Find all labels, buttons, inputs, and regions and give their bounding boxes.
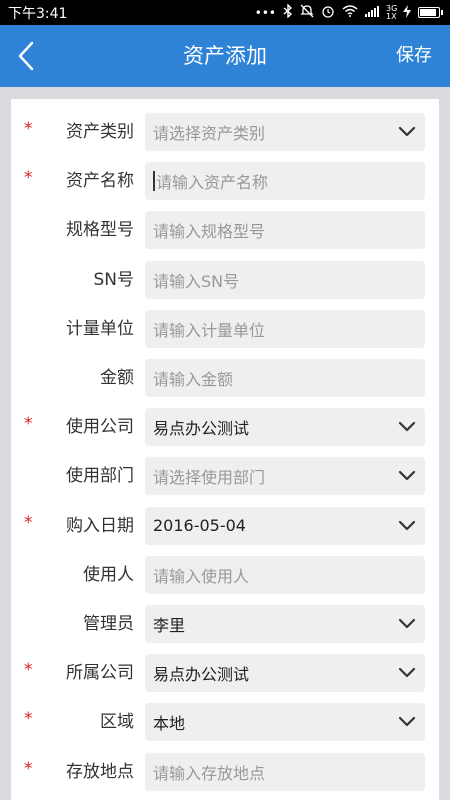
field-placeholder: 请输入资产名称 <box>156 173 269 193</box>
form-row: * 购入日期 2016-05-04 <box>11 506 439 545</box>
form-row: 使用人 请输入使用人 <box>11 555 439 594</box>
text-input[interactable]: 请输入金额 <box>145 359 425 397</box>
app-bar: 资产添加 保存 <box>0 25 450 87</box>
field-label: 资产类别 <box>66 122 134 142</box>
form-row: * 存放地点 请输入存放地点 <box>11 752 439 791</box>
field-value: 易点办公测试 <box>153 665 250 685</box>
field-label: 存放地点 <box>66 761 134 782</box>
chevron-down-icon <box>398 422 416 432</box>
field-placeholder: 请输入规格型号 <box>153 222 266 242</box>
required-star: * <box>24 512 33 533</box>
field-label: 金额 <box>100 368 134 388</box>
status-icons: ••• 3G 1X <box>254 3 443 21</box>
required-star: * <box>24 758 33 779</box>
form-row: * 资产名称 请输入资产名称 <box>11 162 439 201</box>
field-label: SN号 <box>93 269 134 290</box>
field-placeholder: 请选择资产类别 <box>153 124 266 143</box>
text-input[interactable]: 请输入存放地点 <box>145 752 425 791</box>
alarm-icon <box>321 4 335 21</box>
required-star: * <box>24 168 33 189</box>
select-field[interactable]: 李里 <box>145 605 425 643</box>
field-label: 管理员 <box>83 614 134 634</box>
bluetooth-icon <box>283 3 293 21</box>
text-input[interactable]: 请输入使用人 <box>145 555 425 594</box>
chevron-down-icon <box>398 520 416 530</box>
select-field[interactable]: 2016-05-04 <box>145 506 425 545</box>
chevron-down-icon <box>398 471 416 481</box>
chevron-down-icon <box>398 126 416 137</box>
field-label: 资产名称 <box>66 171 134 192</box>
form-row: 管理员 李里 <box>11 605 439 643</box>
field-value: 2016-05-04 <box>153 516 246 536</box>
status-time: 下午3:41 <box>8 5 68 22</box>
field-label: 所属公司 <box>66 663 134 684</box>
select-field[interactable]: 易点办公测试 <box>145 408 425 447</box>
select-field[interactable]: 请选择资产类别 <box>145 113 425 151</box>
field-value: 李里 <box>153 616 186 635</box>
field-label: 区域 <box>100 712 134 733</box>
field-value: 本地 <box>153 714 186 734</box>
network-type: 3G 1X <box>386 3 398 21</box>
text-input[interactable]: 请输入资产名称 <box>145 162 425 201</box>
asset-form: * 资产类别 请选择资产类别 * 资产名称 请输入资产名称 规格型号 请输入规格型号 SN号 请输… <box>11 99 439 800</box>
field-label: 使用部门 <box>66 466 134 487</box>
select-field[interactable]: 易点办公测试 <box>145 654 425 693</box>
field-label: 使用人 <box>83 564 134 585</box>
form-row: 使用部门 请选择使用部门 <box>11 457 439 496</box>
form-row: * 资产类别 请选择资产类别 <box>11 113 439 151</box>
mute-icon <box>300 4 314 21</box>
field-placeholder: 请输入使用人 <box>153 566 250 586</box>
more-dots-icon: ••• <box>254 5 276 20</box>
save-button[interactable]: 保存 <box>390 40 438 72</box>
form-row: * 使用公司 易点办公测试 <box>11 408 439 447</box>
field-placeholder: 请选择使用部门 <box>153 468 266 488</box>
field-label: 规格型号 <box>66 220 134 241</box>
text-input[interactable]: 请输入规格型号 <box>145 211 425 250</box>
field-label: 使用公司 <box>66 417 134 438</box>
field-placeholder: 请输入SN号 <box>153 271 240 291</box>
form-row: * 所属公司 易点办公测试 <box>11 654 439 693</box>
signal-icon <box>365 5 379 20</box>
form-row: 金额 请输入金额 <box>11 359 439 397</box>
required-star: * <box>24 709 33 730</box>
form-row: * 区域 本地 <box>11 703 439 742</box>
status-bar: 下午3:41 ••• 3G 1X <box>0 0 450 25</box>
required-star: * <box>24 660 33 681</box>
form-row: 规格型号 请输入规格型号 <box>11 211 439 250</box>
field-label: 计量单位 <box>66 318 134 339</box>
field-placeholder: 请输入金额 <box>153 370 234 389</box>
required-star: * <box>24 414 33 435</box>
select-field[interactable]: 本地 <box>145 703 425 742</box>
battery-icon <box>418 7 443 18</box>
charging-icon <box>403 4 411 21</box>
text-input[interactable]: 请输入SN号 <box>145 260 425 299</box>
field-value: 易点办公测试 <box>153 419 250 439</box>
select-field[interactable]: 请选择使用部门 <box>145 457 425 496</box>
chevron-down-icon <box>398 717 416 727</box>
form-row: 计量单位 请输入计量单位 <box>11 309 439 348</box>
field-label: 购入日期 <box>66 515 134 536</box>
text-input[interactable]: 请输入计量单位 <box>145 309 425 348</box>
wifi-icon <box>342 5 358 20</box>
text-cursor <box>153 171 155 192</box>
page-title: 资产添加 <box>183 44 267 68</box>
chevron-down-icon <box>398 618 416 629</box>
required-star: * <box>24 119 33 139</box>
form-row: SN号 请输入SN号 <box>11 260 439 299</box>
field-placeholder: 请输入计量单位 <box>153 320 266 340</box>
field-placeholder: 请输入存放地点 <box>153 763 266 783</box>
chevron-down-icon <box>398 668 416 678</box>
